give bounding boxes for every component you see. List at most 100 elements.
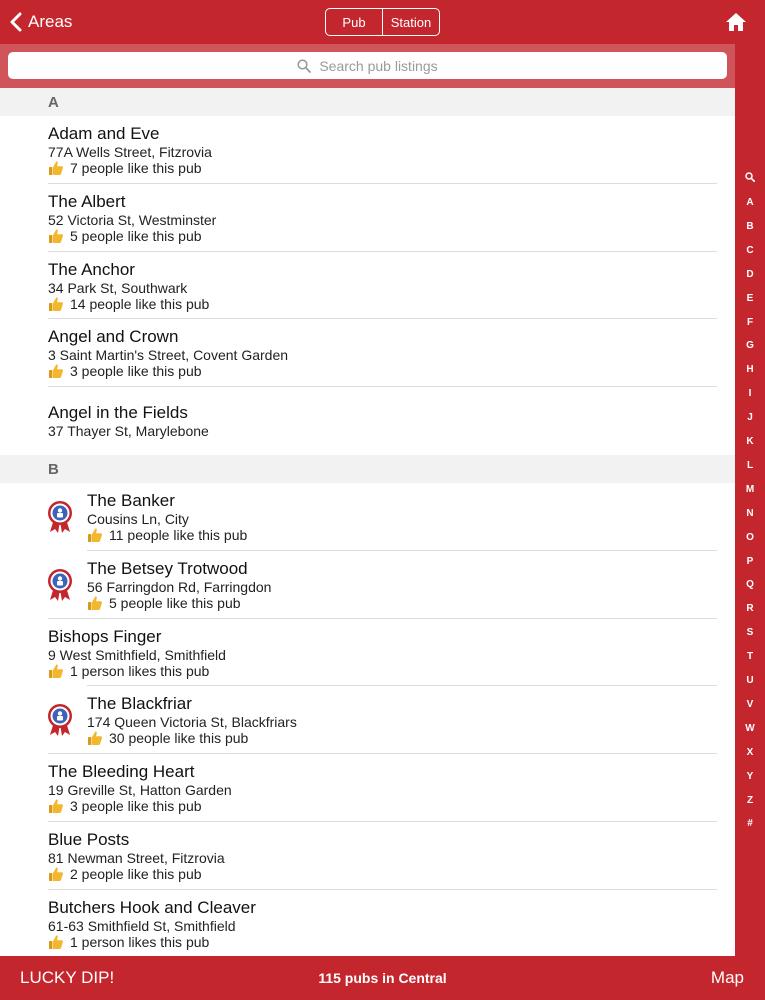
index-letter-d[interactable]: D (735, 269, 765, 281)
pub-name: Angel and Crown (48, 327, 179, 347)
index-letter-c[interactable]: C (735, 245, 765, 257)
featured-rosette-icon (48, 501, 72, 533)
pub-likes: 1 person likes this pub (48, 934, 209, 950)
back-label: Areas (28, 12, 73, 31)
index-letter-q[interactable]: Q (735, 579, 765, 591)
index-letter-e[interactable]: E (735, 293, 765, 305)
map-button[interactable]: Map (711, 968, 744, 988)
pub-row[interactable]: The Bleeding Heart 19 Greville St, Hatton… (0, 754, 735, 822)
likes-text: 3 people like this pub (70, 363, 202, 380)
search-input[interactable]: Search pub listings (8, 52, 727, 79)
segment-pub[interactable]: Pub (326, 9, 382, 35)
search-bar-area: Search pub listings (0, 44, 735, 88)
back-button[interactable]: Areas (10, 8, 72, 36)
pub-name: The Blackfriar (87, 694, 192, 714)
thumbs-up-icon (49, 297, 64, 311)
likes-text: 3 people like this pub (70, 798, 202, 815)
index-letter-s[interactable]: S (735, 627, 765, 639)
index-letter-k[interactable]: K (735, 436, 765, 448)
pub-likes: 7 people like this pub (48, 160, 202, 176)
index-letter-o[interactable]: O (735, 532, 765, 544)
pub-row[interactable]: Angel in the Fields 37 Thayer St, Maryleb… (0, 387, 735, 455)
segment-station[interactable]: Station (382, 9, 439, 35)
pub-address: 9 West Smithfield, Smithfield (48, 646, 226, 663)
featured-rosette-icon (48, 568, 72, 601)
likes-text: 5 people like this pub (109, 594, 241, 611)
pub-likes: 30 people like this pub (87, 730, 248, 746)
index-letter-v[interactable]: V (735, 699, 765, 711)
pub-likes: 5 people like this pub (87, 595, 241, 611)
pub-address: Cousins Ln, City (87, 511, 189, 527)
pub-address: 34 Park St, Southwark (48, 279, 188, 296)
pub-address: 77A Wells Street, Fitzrovia (48, 144, 212, 160)
pub-likes: 5 people like this pub (48, 228, 202, 244)
index-letter-n[interactable]: N (735, 508, 765, 520)
index-letter-x[interactable]: X (735, 747, 765, 759)
pub-name: The Albert (48, 191, 126, 211)
thumbs-up-icon (49, 229, 64, 243)
index-letter-l[interactable]: L (735, 460, 765, 472)
index-letter-hash[interactable]: # (735, 818, 765, 830)
pub-address: 19 Greville St, Hatton Garden (48, 782, 232, 799)
pub-name: The Anchor (48, 259, 135, 279)
pub-row[interactable]: The Anchor 34 Park St, Southwark 14 people… (0, 252, 735, 320)
pub-row[interactable]: Adam and Eve 77A Wells Street, Fitzrovia 7… (0, 116, 735, 184)
pub-address: 174 Queen Victoria St, Blackfriars (87, 714, 297, 731)
pub-name: Butchers Hook and Cleaver (48, 897, 256, 917)
index-letter-u[interactable]: U (735, 675, 765, 687)
index-letter-a[interactable]: A (735, 197, 765, 209)
pub-row[interactable]: Angel and Crown 3 Saint Martin's Street, … (0, 319, 735, 388)
section-header-b: B (0, 455, 735, 483)
pub-name: Adam and Eve (48, 124, 160, 143)
thumbs-up-icon (88, 528, 103, 542)
index-letter-z[interactable]: Z (735, 795, 765, 807)
index-letter-f[interactable]: F (735, 317, 765, 329)
section-letter: A (48, 94, 59, 111)
pub-name: The Bleeding Heart (48, 762, 195, 782)
index-letter-j[interactable]: J (735, 412, 765, 424)
section-header-a: A (0, 88, 735, 116)
index-letter-i[interactable]: I (735, 388, 765, 400)
pub-address: 52 Victoria St, Westminster (48, 211, 217, 228)
likes-text: 1 person likes this pub (70, 662, 210, 679)
home-icon[interactable] (725, 11, 747, 33)
pub-row[interactable]: The Betsey Trotwood 56 Farringdon Rd, Far… (0, 551, 735, 619)
pub-name: The Banker (87, 491, 175, 510)
likes-text: 2 people like this pub (70, 866, 202, 882)
pub-station-segmented-control: Pub Station (325, 8, 440, 36)
thumbs-up-icon (49, 799, 64, 814)
index-letter-g[interactable]: G (735, 340, 765, 352)
thumbs-up-icon (49, 161, 64, 175)
pub-row[interactable]: Blue Posts 81 Newman Street, Fitzrovia 2 p… (0, 822, 735, 890)
index-letter-h[interactable]: H (735, 364, 765, 376)
pub-address: 56 Farringdon Rd, Farringdon (87, 578, 272, 595)
navigation-bar: Areas Pub Station (0, 0, 765, 44)
search-icon (297, 58, 312, 73)
index-letter-m[interactable]: M (735, 484, 765, 496)
index-letter-p[interactable]: P (735, 556, 765, 568)
pub-row[interactable]: Butchers Hook and Cleaver 61-63 Smithfiel… (0, 890, 735, 956)
pub-row[interactable]: The Albert 52 Victoria St, Westminster 5 p… (0, 184, 735, 252)
index-letter-y[interactable]: Y (735, 771, 765, 783)
pub-name: The Betsey Trotwood (87, 558, 248, 578)
index-letter-b[interactable]: B (735, 221, 765, 233)
likes-text: 14 people like this pub (70, 295, 210, 312)
pub-address: 61-63 Smithfield St, Smithfield (48, 917, 236, 934)
index-search-icon[interactable] (745, 172, 755, 182)
section-letter: B (48, 461, 59, 478)
thumbs-up-icon (49, 364, 64, 379)
lucky-dip-button[interactable]: LUCKY DIP! (20, 968, 114, 988)
thumbs-up-icon (49, 664, 64, 678)
index-letter-r[interactable]: R (735, 603, 765, 615)
index-letter-w[interactable]: W (735, 723, 765, 735)
index-letter-t[interactable]: T (735, 651, 765, 663)
thumbs-up-icon (49, 867, 64, 881)
pub-name: Angel in the Fields (48, 403, 188, 423)
pub-likes: 2 people like this pub (48, 866, 202, 882)
pub-row[interactable]: The Blackfriar 174 Queen Victoria St, Bla… (0, 686, 735, 755)
pub-name: Blue Posts (48, 830, 130, 849)
pub-row[interactable]: Bishops Finger 9 West Smithfield, Smithfi… (0, 619, 735, 687)
pub-count-label: 115 pubs in Central (318, 970, 447, 986)
section-index: A B C D E F G H I J K L M N O P Q R S T U V W X Y Z # (735, 44, 765, 956)
pub-row[interactable]: The Banker Cousins Ln, City 11 people like… (0, 483, 735, 551)
